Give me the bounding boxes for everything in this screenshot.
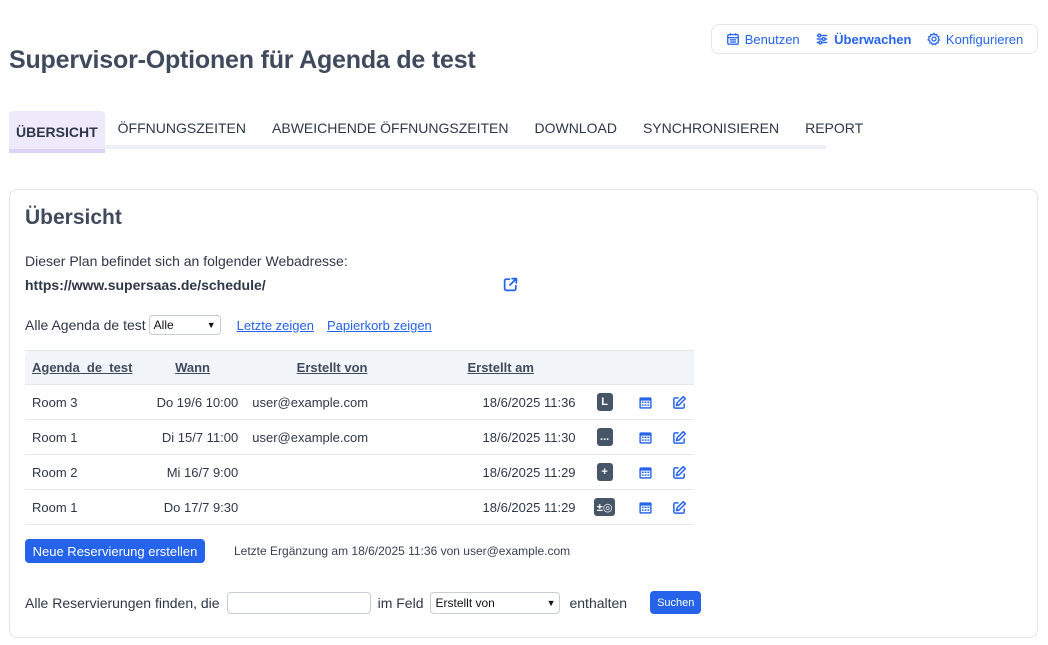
search-prefix: Alle Reservierungen finden, die [25,594,220,611]
status-badge: + [596,463,613,481]
cell-created-by: user@example.com [245,384,419,420]
header-edit [664,350,694,385]
cell-calendar [626,384,665,420]
page-title: Supervisor-Optionen für Agenda de test [9,46,476,74]
calendar-icon[interactable] [638,500,653,515]
header-calendar [626,350,665,385]
table-row: Room 1 Di 15/7 11:00 user@example.com 18… [25,419,694,455]
chevron-down-icon: ▼ [546,597,556,608]
edit-icon[interactable] [672,395,687,410]
filter-select-value: Alle [153,318,174,332]
filter-label: Alle Agenda de test [25,317,146,333]
cell-calendar [626,419,665,455]
cell-edit [664,489,694,525]
tab-report[interactable]: Report [792,111,876,145]
cell-created-at: 18/6/2025 11:30 [418,419,583,455]
table-header-row: Agenda_de_test Wann Erstellt von Erstell… [25,350,694,385]
cell-created-at: 18/6/2025 11:29 [418,489,583,525]
cell-edit [664,454,694,490]
search-row: Alle Reservierungen finden, die im Feld … [25,591,702,614]
table-row: Room 3 Do 19/6 10:00 user@example.com 18… [25,384,694,420]
cell-resource: Room 3 [25,384,140,420]
edit-icon[interactable] [672,500,687,515]
table-row: Room 2 Mi 16/7 9:00 18/6/2025 11:29 + [25,454,694,490]
cell-calendar [626,454,665,490]
top-navigation: Benutzen Überwachen Konfigurieren [711,24,1038,54]
calendar-icon[interactable] [638,395,653,410]
cell-edit [664,384,694,420]
tab-download[interactable]: Download [521,111,629,145]
nav-use-label: Benutzen [744,31,800,47]
show-recent-link[interactable]: Letzte zeigen [237,318,314,333]
cell-when: Mi 16/7 9:00 [139,454,246,490]
overview-panel: Übersicht Dieser Plan befindet sich an f… [9,189,1038,638]
cell-created-at: 18/6/2025 11:29 [418,454,583,490]
gear-icon [926,32,941,46]
sliders-icon [816,33,828,45]
cell-created-by: user@example.com [245,419,419,455]
calendar-icon [726,33,739,45]
cell-badge: ... [582,419,627,455]
reservations-table: Agenda_de_test Wann Erstellt von Erstell… [25,350,694,525]
search-suffix: enthalten [569,594,628,611]
search-input[interactable] [226,591,371,614]
cell-resource: Room 1 [25,489,140,525]
header-created-at[interactable]: Erstellt am [418,350,583,385]
tab-overview[interactable]: Übersicht [9,111,105,153]
search-button[interactable]: Suchen [650,591,702,614]
nav-supervise[interactable]: Überwachen [815,32,911,47]
panel-title: Übersicht [25,206,122,229]
cell-badge: + [582,454,627,490]
status-badge: ±◎ [593,498,616,516]
last-added-info: Letzte Ergänzung am 18/6/2025 11:36 von … [234,544,571,558]
schedule-url: https://www.supersaas.de/schedule/ [25,277,266,293]
cell-created-at: 18/6/2025 11:36 [418,384,583,420]
header-created-by[interactable]: Erstellt von [245,350,419,385]
nav-configure[interactable]: Konfigurieren [926,31,1024,47]
tab-special-hours[interactable]: Abweichende Öffnungszeiten [259,111,521,145]
header-resource[interactable]: Agenda_de_test [25,350,140,385]
new-reservation-button[interactable]: Neue Reservierung erstellen [25,539,205,563]
edit-icon[interactable] [672,465,687,480]
cell-when: Do 19/6 10:00 [139,384,246,420]
external-link-icon[interactable] [502,276,519,293]
tab-bar: Übersicht Öffnungszeiten Abweichende Öff… [9,111,863,153]
cell-badge: L [582,384,627,420]
edit-icon[interactable] [672,430,687,445]
search-field-label: im Feld [377,594,424,611]
status-badge: ... [596,428,613,446]
cell-resource: Room 1 [25,419,140,455]
nav-configure-label: Konfigurieren [945,31,1024,47]
calendar-icon[interactable] [638,430,653,445]
cell-when: Do 17/7 9:30 [139,489,246,525]
filter-select[interactable]: Alle ▼ [148,315,221,335]
header-when[interactable]: Wann [139,350,246,385]
tab-opening-hours[interactable]: Öffnungszeiten [105,111,259,145]
status-badge: L [596,393,613,411]
cell-calendar [626,489,665,525]
nav-use[interactable]: Benutzen [726,32,800,47]
header-badge [582,350,627,385]
chevron-down-icon: ▼ [206,320,216,330]
cell-created-by [245,454,419,490]
cell-badge: ±◎ [582,489,627,525]
calendar-icon[interactable] [638,465,653,480]
cell-created-by [245,489,419,525]
show-trash-link[interactable]: Papierkorb zeigen [327,318,432,333]
cell-resource: Room 2 [25,454,140,490]
nav-supervise-label: Überwachen [834,31,912,47]
tab-synchronize[interactable]: Synchronisieren [630,111,792,145]
cell-when: Di 15/7 11:00 [139,419,246,455]
search-field-value: Erstellt von [435,595,495,610]
table-row: Room 1 Do 17/7 9:30 18/6/2025 11:29 ±◎ [25,489,694,525]
cell-edit [664,419,694,455]
address-description: Dieser Plan befindet sich an folgender W… [25,253,348,269]
search-field-select[interactable]: Erstellt von ▼ [430,591,561,614]
filter-row: Alle Agenda de test Alle ▼ Letzte zeigen… [25,315,445,335]
